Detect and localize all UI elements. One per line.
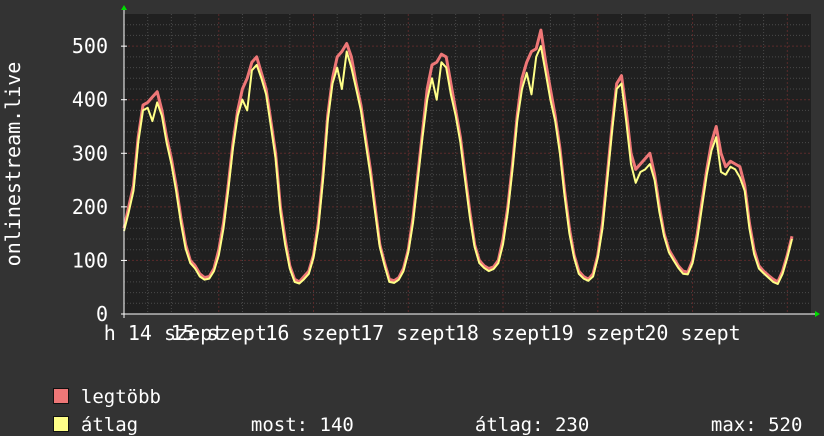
stat-average: átlag: 230 — [452, 392, 589, 436]
y-tick-label: 100 — [72, 248, 108, 272]
legend-label-average: átlag — [80, 414, 139, 436]
x-tick-labels: h 14 szept15 szept16 szept17 szept18 sze… — [104, 321, 741, 345]
stat-current: most: 140 — [228, 392, 354, 436]
y-tick-label: 500 — [72, 34, 108, 58]
stat-average-label: átlag: — [474, 414, 544, 436]
y-tick-label: 200 — [72, 195, 108, 219]
x-tick-label: 20 szept — [644, 321, 740, 345]
y-tick-label: 300 — [72, 141, 108, 165]
stat-current-value: 140 — [319, 414, 354, 436]
x-tick-label: 15 szept — [171, 321, 267, 345]
x-tick-label: 19 szept — [550, 321, 646, 345]
stat-max-value: 520 — [768, 414, 803, 436]
x-tick-label: 16 szept — [265, 321, 361, 345]
x-axis-arrow — [815, 311, 820, 317]
y-tick-labels: 0100200300400500 — [72, 34, 108, 326]
y-axis-label: onlinestream.live — [1, 62, 25, 267]
legend-item-average: átlag — [30, 392, 138, 436]
y-tick-label: 400 — [72, 88, 108, 112]
x-tick-label: 18 szept — [455, 321, 551, 345]
stat-max: max: 520 — [688, 392, 803, 436]
stat-average-value: 230 — [554, 414, 590, 436]
y-axis-arrow — [121, 5, 127, 10]
stat-max-label: max: — [710, 414, 757, 436]
x-tick-label: 17 szept — [360, 321, 456, 345]
stat-current-label: most: — [250, 414, 309, 436]
